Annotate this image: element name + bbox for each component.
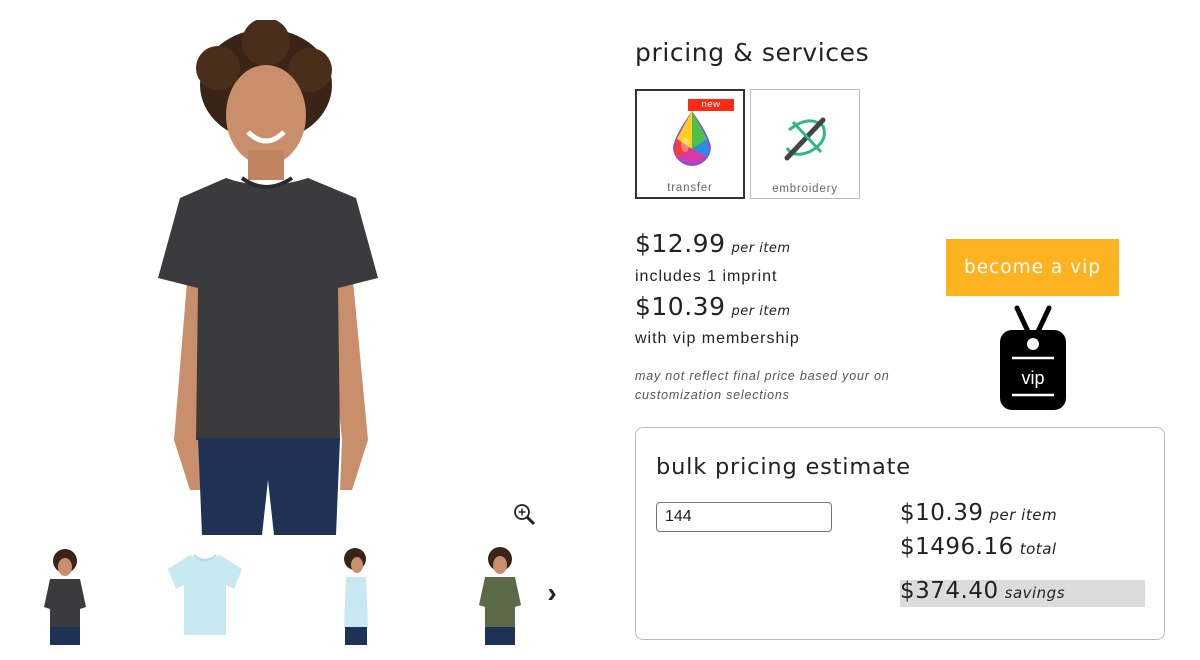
product-main-image[interactable]: [130, 18, 420, 535]
service-label-embroidery: embroidery: [772, 183, 838, 195]
thumbnail-charcoal-front[interactable]: [20, 545, 110, 650]
become-vip-button[interactable]: become a vip: [946, 239, 1119, 296]
bulk-savings: $374.40 savings: [900, 578, 1065, 604]
vip-membership-note: with vip membership: [635, 330, 800, 347]
thumbnail-strip: ›: [0, 545, 600, 650]
bulk-savings-amount: $374.40: [900, 578, 999, 604]
bulk-total-unit: total: [1019, 540, 1057, 558]
service-option-transfer[interactable]: new transfer: [635, 89, 745, 199]
bulk-pricing-panel: bulk pricing estimate $10.39 per item $14…: [635, 427, 1165, 640]
vip-price-unit: per item: [731, 304, 791, 319]
regular-price-value: $12.99: [635, 229, 726, 258]
bulk-title: bulk pricing estimate: [656, 454, 911, 480]
bulk-per-item-unit: per item: [989, 506, 1058, 524]
service-label-transfer: transfer: [667, 182, 713, 194]
zoom-in-icon[interactable]: [512, 502, 538, 528]
regular-price-unit: per item: [731, 241, 791, 256]
thumbnail-light-blue-flat[interactable]: [160, 545, 250, 650]
vip-tag-text: vip: [1021, 368, 1044, 388]
price-disclaimer: may not reflect final price based your o…: [635, 369, 890, 402]
service-option-embroidery[interactable]: embroidery: [750, 89, 860, 199]
thumbnail-light-blue-side[interactable]: [310, 545, 400, 650]
vip-price: $10.39 per item: [635, 292, 791, 321]
section-title: pricing & services: [635, 38, 870, 67]
bulk-total-price: $1496.16: [900, 534, 1014, 560]
thumbnail-next-arrow[interactable]: ›: [540, 575, 564, 611]
includes-note: includes 1 imprint: [635, 268, 778, 285]
thumbnail-olive-front[interactable]: [455, 545, 545, 650]
bulk-per-item: $10.39 per item: [900, 500, 1057, 526]
bulk-total: $1496.16 total: [900, 534, 1057, 560]
quantity-input[interactable]: [656, 502, 832, 532]
color-drop-icon: [665, 109, 719, 169]
vip-tag-icon: vip: [995, 302, 1071, 414]
embroidery-needle-icon: [779, 108, 833, 168]
bulk-savings-unit: savings: [1004, 584, 1066, 602]
regular-price: $12.99 per item: [635, 229, 791, 258]
bulk-per-item-price: $10.39: [900, 500, 984, 526]
vip-price-value: $10.39: [635, 292, 726, 321]
